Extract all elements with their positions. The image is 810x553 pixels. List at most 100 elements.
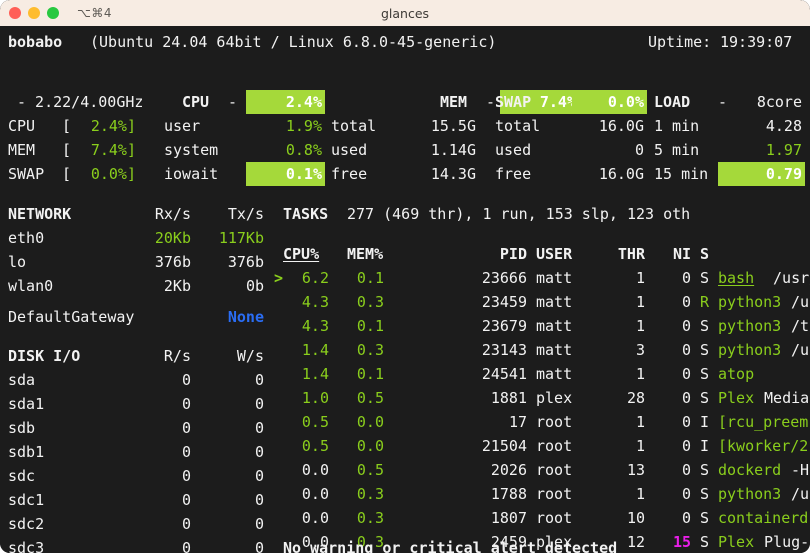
close-button[interactable] (9, 7, 21, 19)
mem-used-value: 1.14G (404, 138, 476, 162)
process-header-user[interactable]: USER (536, 242, 572, 266)
process-pid-6: 17 (402, 410, 527, 434)
mem-free-value: 14.3G (404, 162, 476, 186)
cpu-user-value: 1.9% (246, 114, 322, 138)
process-ni-9: 0 (645, 482, 691, 506)
swap-free-value: 16.0G (572, 162, 644, 186)
diskio-dev-2: sdb (8, 416, 35, 440)
process-header-s[interactable]: S (700, 242, 709, 266)
minimize-button[interactable] (28, 7, 40, 19)
hostname: bobabo (8, 30, 62, 54)
network-col-tx: Tx/s (191, 202, 264, 226)
process-args-9: /u (782, 482, 809, 506)
process-cpu-1: 4.3 (283, 290, 329, 314)
process-header-mem[interactable]: MEM% (347, 242, 383, 266)
diskio-title: DISK I/O (8, 344, 80, 368)
diskio-r-2: 0 (118, 416, 191, 440)
diskio-col-w: W/s (191, 344, 264, 368)
process-mem-5: 0.5 (338, 386, 384, 410)
diskio-dev-5: sdc1 (8, 488, 44, 512)
process-name-5[interactable]: Plex (718, 386, 754, 410)
network-iface-2: wlan0 (8, 274, 53, 298)
diskio-w-7: 0 (191, 536, 264, 553)
process-name-4[interactable]: atop (718, 362, 754, 386)
process-name-9[interactable]: python3 (718, 482, 781, 506)
process-ni-7: 0 (645, 434, 691, 458)
process-thr-1: 1 (590, 290, 645, 314)
quicklook-row-label-2: SWAP (8, 162, 44, 186)
diskio-col-r: R/s (118, 344, 191, 368)
process-cpu-7: 0.5 (283, 434, 329, 458)
process-state-11: S (700, 530, 709, 553)
process-thr-10: 10 (590, 506, 645, 530)
process-header-thr[interactable]: THR (590, 242, 645, 266)
process-user-10: root (536, 506, 572, 530)
load-5min-label: 5 min (654, 138, 699, 162)
process-ni-0: 0 (645, 266, 691, 290)
process-cpu-8: 0.0 (283, 458, 329, 482)
process-cpu-6: 0.5 (283, 410, 329, 434)
process-thr-5: 28 (590, 386, 645, 410)
process-name-10[interactable]: containerd (718, 506, 808, 530)
process-user-3: matt (536, 338, 572, 362)
process-state-7: I (700, 434, 709, 458)
process-user-5: plex (536, 386, 572, 410)
mem-free-label: free (331, 162, 367, 186)
process-name-0[interactable]: bash (718, 266, 754, 290)
process-mem-4: 0.1 (338, 362, 384, 386)
process-pid-8: 2026 (402, 458, 527, 482)
process-mem-7: 0.0 (338, 434, 384, 458)
swap-used-value: 0 (572, 138, 644, 162)
load-5min-value: 1.97 (736, 138, 802, 162)
diskio-dev-4: sdc (8, 464, 35, 488)
process-name-3[interactable]: python3 (718, 338, 781, 362)
quicklook-row-label-1: MEM (8, 138, 35, 162)
swap-used-label: used (495, 138, 531, 162)
load-1min-value: 4.28 (736, 114, 802, 138)
diskio-w-1: 0 (191, 392, 264, 416)
process-cpu-3: 1.4 (283, 338, 329, 362)
network-title: NETWORK (8, 202, 71, 226)
process-name-7[interactable]: [kworker/2 (718, 434, 808, 458)
process-state-5: S (700, 386, 709, 410)
process-header-cpu[interactable]: CPU% (283, 242, 319, 266)
process-cpu-0: 6.2 (283, 266, 329, 290)
terminal-content[interactable]: bobabo (Ubuntu 24.04 64bit / Linux 6.8.0… (0, 26, 810, 553)
process-header-pid[interactable]: PID (402, 242, 527, 266)
zoom-button[interactable] (47, 7, 59, 19)
load-dash: - (718, 90, 727, 114)
load-1min-label: 1 min (654, 114, 699, 138)
network-tx-0: 117Kb (191, 226, 264, 250)
process-pid-3: 23143 (402, 338, 527, 362)
diskio-w-3: 0 (191, 440, 264, 464)
process-state-4: S (700, 362, 709, 386)
diskio-dev-6: sdc2 (8, 512, 44, 536)
process-mem-0: 0.1 (338, 266, 384, 290)
process-pid-2: 23679 (402, 314, 527, 338)
network-iface-1: lo (8, 250, 26, 274)
process-name-1[interactable]: python3 (718, 290, 781, 314)
diskio-w-6: 0 (191, 512, 264, 536)
process-header-ni[interactable]: NI (645, 242, 691, 266)
network-tx-2: 0b (191, 274, 264, 298)
process-args-8: -H (782, 458, 809, 482)
process-state-8: S (700, 458, 709, 482)
process-cpu-10: 0.0 (283, 506, 329, 530)
diskio-dev-7: sdc3 (8, 536, 44, 553)
cpu-system-label: system (164, 138, 218, 162)
diskio-r-0: 0 (118, 368, 191, 392)
terminal-window: ⌥⌘4 glances bobabo (Ubuntu 24.04 64bit /… (0, 0, 810, 553)
process-name-11[interactable]: Plex (718, 530, 754, 553)
process-ni-8: 0 (645, 458, 691, 482)
swap-total-value: 16.0G (572, 114, 644, 138)
process-name-8[interactable]: dockerd (718, 458, 781, 482)
process-name-6[interactable]: [rcu_preem (718, 410, 808, 434)
process-ni-10: 0 (645, 506, 691, 530)
load-15min-label: 15 min (654, 162, 708, 186)
process-pid-1: 23459 (402, 290, 527, 314)
load-title: LOAD (654, 90, 690, 114)
process-ni-3: 0 (645, 338, 691, 362)
process-thr-7: 1 (590, 434, 645, 458)
process-state-10: S (700, 506, 709, 530)
process-name-2[interactable]: python3 (718, 314, 781, 338)
